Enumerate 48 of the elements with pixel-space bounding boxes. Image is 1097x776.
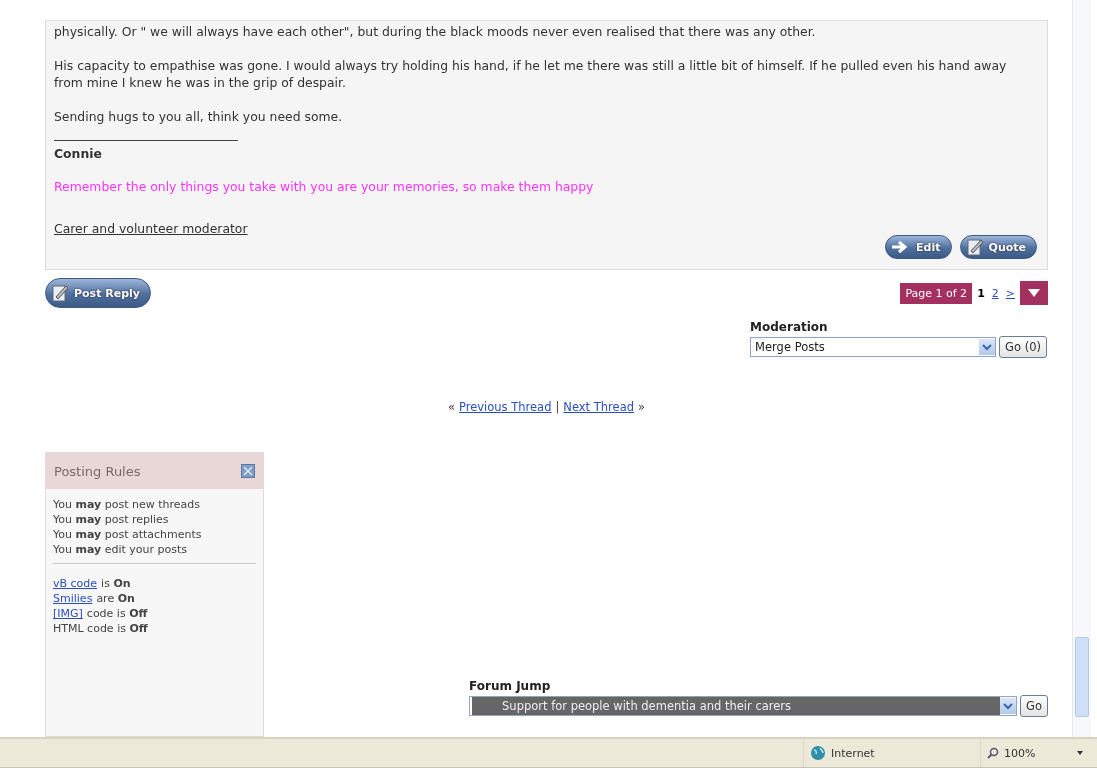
rule-text: You may post new threads [53,497,201,512]
signature-name: Connie [54,145,103,162]
quote-button[interactable]: Quote [959,235,1037,259]
collapse-icon[interactable] [241,464,256,478]
previous-thread-link[interactable]: Previous Thread [459,400,552,414]
signature-role: Carer and volunteer moderator [54,220,249,237]
post-paragraph: physically. Or " we will always have each other", but during the black moods never even realised that there was any other. [54,23,817,40]
triangle-down-icon [1028,289,1040,297]
go-button[interactable]: Go (0) [999,336,1047,358]
next-thread-link[interactable]: Next Thread [563,400,634,414]
moderation-select[interactable]: Merge Posts [750,337,997,357]
forum-jump-label: Forum Jump [469,679,552,693]
page-count: Page 1 of 2 [900,282,973,304]
rule-text: You may post attachments [53,527,203,542]
page-link[interactable]: 1 [975,284,987,302]
link-separator: | [555,400,560,414]
signature-motto: Remember the only things you take with you are your memories, so make them happy [54,178,595,195]
rule-text: You may edit your posts [53,542,189,557]
page-menu-button[interactable] [1020,281,1048,305]
code-link[interactable]: Smilies [53,591,93,606]
moderation-label: Moderation [750,320,829,334]
forum-jump-select[interactable]: Support for people with dementia and their carers [469,696,1018,716]
globe-icon [810,745,826,761]
dropdown-arrow-icon[interactable] [1077,751,1083,755]
magnifier-icon [987,747,999,759]
edit-button[interactable]: Edit [885,235,952,259]
post-reply-button[interactable]: Post Reply [45,278,151,308]
panel-title: Posting Rules [54,463,141,479]
code-link[interactable]: [IMG] [53,606,83,621]
zoom-level[interactable]: 100% [1004,746,1036,760]
post-paragraph: His capacity to empathise was gone. I would always try holding his hand, if he let me there was still a little bit of himself. If he pulled even his hand away from mine I knew he was in the grip of despair. [54,57,1008,91]
next-page-link[interactable]: > [1003,284,1017,302]
next-arrow: » [638,400,646,414]
code-status: is On [101,576,131,591]
go-button[interactable]: Go [1020,695,1048,717]
code-link[interactable]: vB code [53,576,98,591]
page-link[interactable]: 2 [989,284,1001,302]
code-status: HTML code is Off [53,621,148,636]
scrollbar[interactable] [1072,0,1091,737]
previous-arrow: « [447,400,455,414]
code-status: code is Off [86,606,148,621]
code-status: are On [96,591,135,606]
zone-text: Internet [831,746,875,760]
pencil-paper-icon [50,283,70,303]
post-paragraph: Sending hugs to you all, think you need some. [54,108,344,125]
pencil-paper-icon [964,237,985,257]
scroll-thumb[interactable] [1075,637,1089,717]
rule-text: You may post replies [53,512,170,527]
